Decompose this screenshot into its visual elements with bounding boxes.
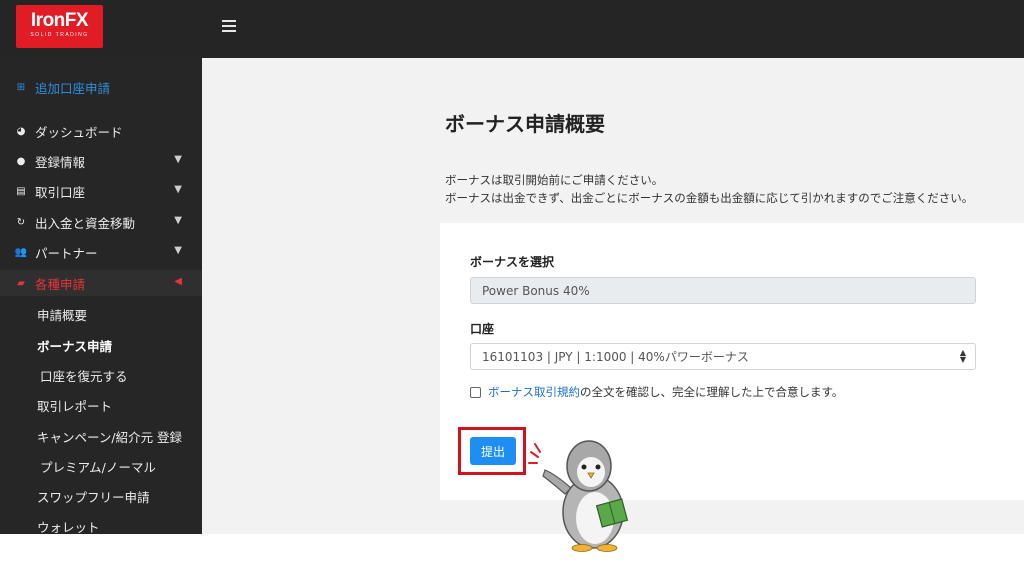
sidebar-item-applications[interactable]: ▰ 各種申請 ◀: [0, 270, 202, 296]
top-bar: IronFX SOLID TRADING: [0, 0, 1024, 58]
logo-tagline: SOLID TRADING: [30, 32, 89, 38]
sidebar-subitem-premium-normal[interactable]: プレミアム/ノーマル: [40, 457, 156, 476]
dashboard-icon: ◕: [16, 125, 26, 137]
bottom-strip: [0, 534, 1024, 576]
flag-icon: ▰: [17, 277, 25, 289]
sidebar-item-label: 取引口座: [35, 184, 86, 200]
sidebar-item-label: 追加口座申請: [35, 80, 111, 96]
ironfx-logo[interactable]: IronFX SOLID TRADING: [16, 5, 103, 48]
notice-line-1: ボーナスは取引開始前にご申請ください。: [445, 173, 664, 187]
sidebar-subitem-swap-free[interactable]: スワップフリー申請: [37, 487, 150, 506]
sync-icon: ↻: [16, 216, 26, 228]
submit-button[interactable]: 提出: [470, 437, 516, 465]
notice-line-2: ボーナスは出金できず、出金ごとにボーナスの金額も出金額に応じて引かれますのでご注…: [445, 191, 974, 205]
sidebar-subitem-restore-account[interactable]: 口座を復元する: [40, 366, 128, 385]
terms-text: の全文を確認し、完全に理解した上で合意します。: [580, 385, 844, 399]
sidebar-subitem-application-overview[interactable]: 申請概要: [37, 305, 87, 324]
sidebar-item-label: ダッシュボード: [35, 124, 123, 140]
sidebar-item-add-account[interactable]: ⊞ 追加口座申請: [0, 74, 202, 100]
hamburger-icon[interactable]: [222, 20, 236, 34]
sidebar-item-label: 各種申請: [35, 276, 86, 292]
sidebar-item-label: パートナー: [35, 245, 98, 261]
bonus-select-label: ボーナスを選択: [470, 255, 555, 269]
chevron-left-icon: ◀: [174, 276, 182, 287]
sidebar-subitem-campaign-referrer[interactable]: キャンペーン/紹介元 登録: [37, 427, 182, 446]
terms-checkbox[interactable]: [470, 386, 481, 398]
sidebar-item-label: 出入金と資金移動: [35, 215, 136, 231]
logo-text: IronFX: [30, 10, 89, 31]
account-select[interactable]: 16101103 | JPY | 1:1000 | 40%パワーボーナス ▲ ▼: [470, 343, 976, 370]
chevron-down-icon: ▼: [174, 215, 182, 226]
bonus-field: Power Bonus 40%: [470, 277, 976, 304]
penguin-mascot: [528, 440, 629, 552]
user-circle-icon: ●: [16, 155, 26, 167]
sidebar-item-trading-accounts[interactable]: ▤ 取引口座 ▼: [0, 178, 202, 204]
sidebar-item-partner[interactable]: 👥 パートナー ▼: [0, 239, 202, 265]
chevron-down-icon: ▼: [174, 184, 182, 195]
bonus-field-value: Power Bonus 40%: [482, 283, 590, 298]
users-icon: 👥: [14, 246, 28, 258]
page-title: ボーナス申請概要: [445, 112, 605, 136]
terms-agreement-row: ボーナス取引規約 の全文を確認し、完全に理解した上で合意します。: [470, 384, 843, 400]
sidebar-subitem-bonus-application[interactable]: ボーナス申請: [37, 336, 112, 355]
account-select-value: 16101103 | JPY | 1:1000 | 40%パワーボーナス: [482, 350, 749, 364]
card-icon: ▤: [16, 185, 26, 197]
plus-square-icon: ⊞: [16, 81, 26, 93]
chevron-down-icon: ▼: [174, 245, 182, 256]
sidebar: ⊞ 追加口座申請 ◕ ダッシュボード ● 登録情報 ▼ ▤ 取引口座 ▼ ↻ 出…: [0, 58, 202, 535]
sidebar-item-profile[interactable]: ● 登録情報 ▼: [0, 148, 202, 174]
sidebar-item-funds[interactable]: ↻ 出入金と資金移動 ▼: [0, 209, 202, 235]
select-arrows-icon: ▲ ▼: [959, 348, 966, 364]
sidebar-subitem-trading-report[interactable]: 取引レポート: [37, 396, 112, 415]
sidebar-item-dashboard[interactable]: ◕ ダッシュボード: [0, 118, 202, 144]
account-label: 口座: [470, 322, 495, 336]
chevron-down-icon: ▼: [174, 154, 182, 165]
terms-link[interactable]: ボーナス取引規約: [488, 384, 580, 400]
sidebar-item-label: 登録情報: [35, 154, 86, 170]
